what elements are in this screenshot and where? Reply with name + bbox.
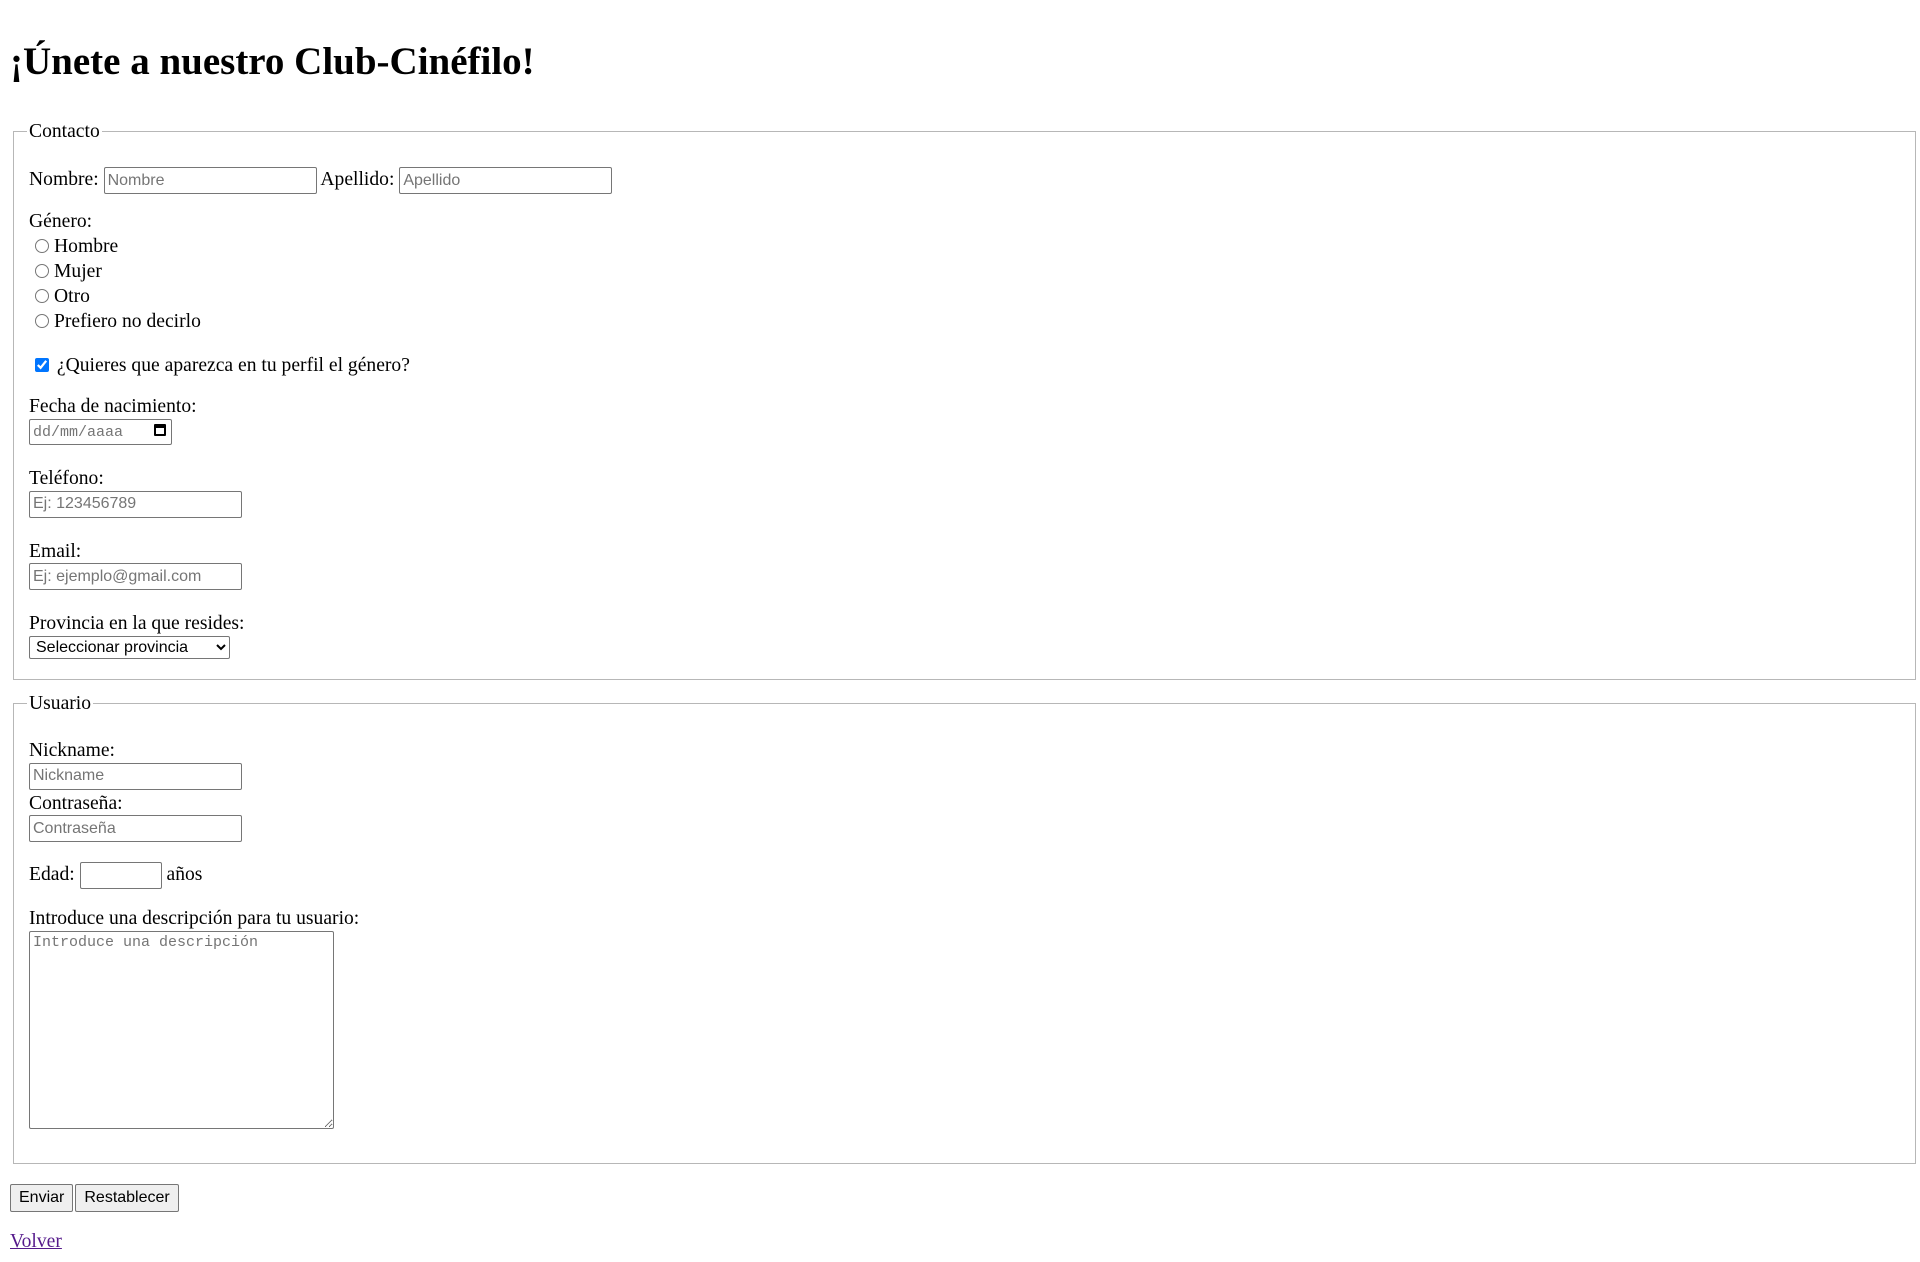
genero-label: Género: [29,211,93,233]
description-group: Introduce una descripción para tu usuari… [29,907,1900,1129]
radio-prefiero-no-decirlo[interactable] [35,313,49,328]
radio-prefiero-label: Prefiero no decirlo [54,310,201,332]
nickname-group: Nickname: [29,739,1900,790]
show-gender-row: ¿Quieres que aparezca en tu perfil el gé… [29,354,1900,378]
phone-group: Teléfono: [29,467,1900,518]
reset-button[interactable]: Restablecer [75,1183,179,1212]
page-title: ¡Únete a nuestro Club-Cinéfilo! [10,40,535,83]
contact-fieldset: Contacto Nombre: Apellido: Género: Hombr… [13,119,1916,680]
user-fieldset: Usuario Nickname: Contraseña: Edad: años… [13,691,1916,1164]
apellido-input[interactable] [399,167,613,195]
nickname-label: Nickname: [29,740,115,762]
descripcion-textarea[interactable] [29,930,334,1129]
radio-hombre[interactable] [35,238,49,253]
show-gender-checkbox[interactable] [35,357,49,372]
signup-form: Contacto Nombre: Apellido: Género: Hombr… [10,119,1916,1212]
back-link[interactable]: Volver [10,1230,62,1254]
descripcion-label: Introduce una descripción para tu usuari… [29,908,360,930]
radio-option-hombre[interactable]: Hombre [29,234,1900,259]
radio-mujer[interactable] [35,263,49,278]
password-label: Contraseña: [29,792,123,814]
radio-otro-label: Otro [54,285,90,307]
date-wrapper [29,419,172,446]
birthdate-group: Fecha de nacimiento: [29,395,1900,446]
user-legend: Usuario [29,692,92,714]
edad-input[interactable] [79,862,162,890]
apellido-label: Apellido: [320,169,395,191]
radio-otro[interactable] [35,288,49,303]
province-group: Provincia en la que resides: Seleccionar… [29,612,1900,659]
contact-legend: Contacto [29,120,100,142]
show-gender-label: ¿Quieres que aparezca en tu perfil el gé… [56,354,410,376]
nombre-label: Nombre: [29,169,99,191]
provincia-label: Provincia en la que resides: [29,613,245,635]
email-group: Email: [29,540,1900,591]
password-input[interactable] [29,815,242,843]
password-group: Contraseña: [29,792,1900,843]
telefono-input[interactable] [29,490,242,518]
form-buttons: Enviar Restablecer [10,1183,1910,1212]
fecha-label: Fecha de nacimiento: [29,396,197,418]
radio-option-prefiero[interactable]: Prefiero no decirlo [29,309,1900,334]
nombre-input[interactable] [103,167,317,195]
name-row: Nombre: Apellido: [29,167,1900,195]
radio-option-mujer[interactable]: Mujer [29,259,1900,284]
nickname-input[interactable] [29,762,242,790]
gender-group: Género: Hombre Mujer Otro Prefiero no de… [29,210,1900,334]
fecha-input[interactable] [29,419,172,446]
provincia-select[interactable]: Seleccionar provincia [29,635,230,659]
radio-mujer-label: Mujer [54,260,102,282]
radio-hombre-label: Hombre [54,235,119,257]
email-label: Email: [29,540,82,562]
age-group: Edad: años [29,862,1900,890]
telefono-label: Teléfono: [29,468,104,490]
edad-label: Edad: [29,864,75,886]
page: ¡Únete a nuestro Club-Cinéfilo! Contacto… [0,0,1920,1253]
submit-button[interactable]: Enviar [10,1183,74,1212]
radio-option-otro[interactable]: Otro [29,284,1900,309]
edad-suffix: años [166,864,203,886]
email-input[interactable] [29,563,242,591]
